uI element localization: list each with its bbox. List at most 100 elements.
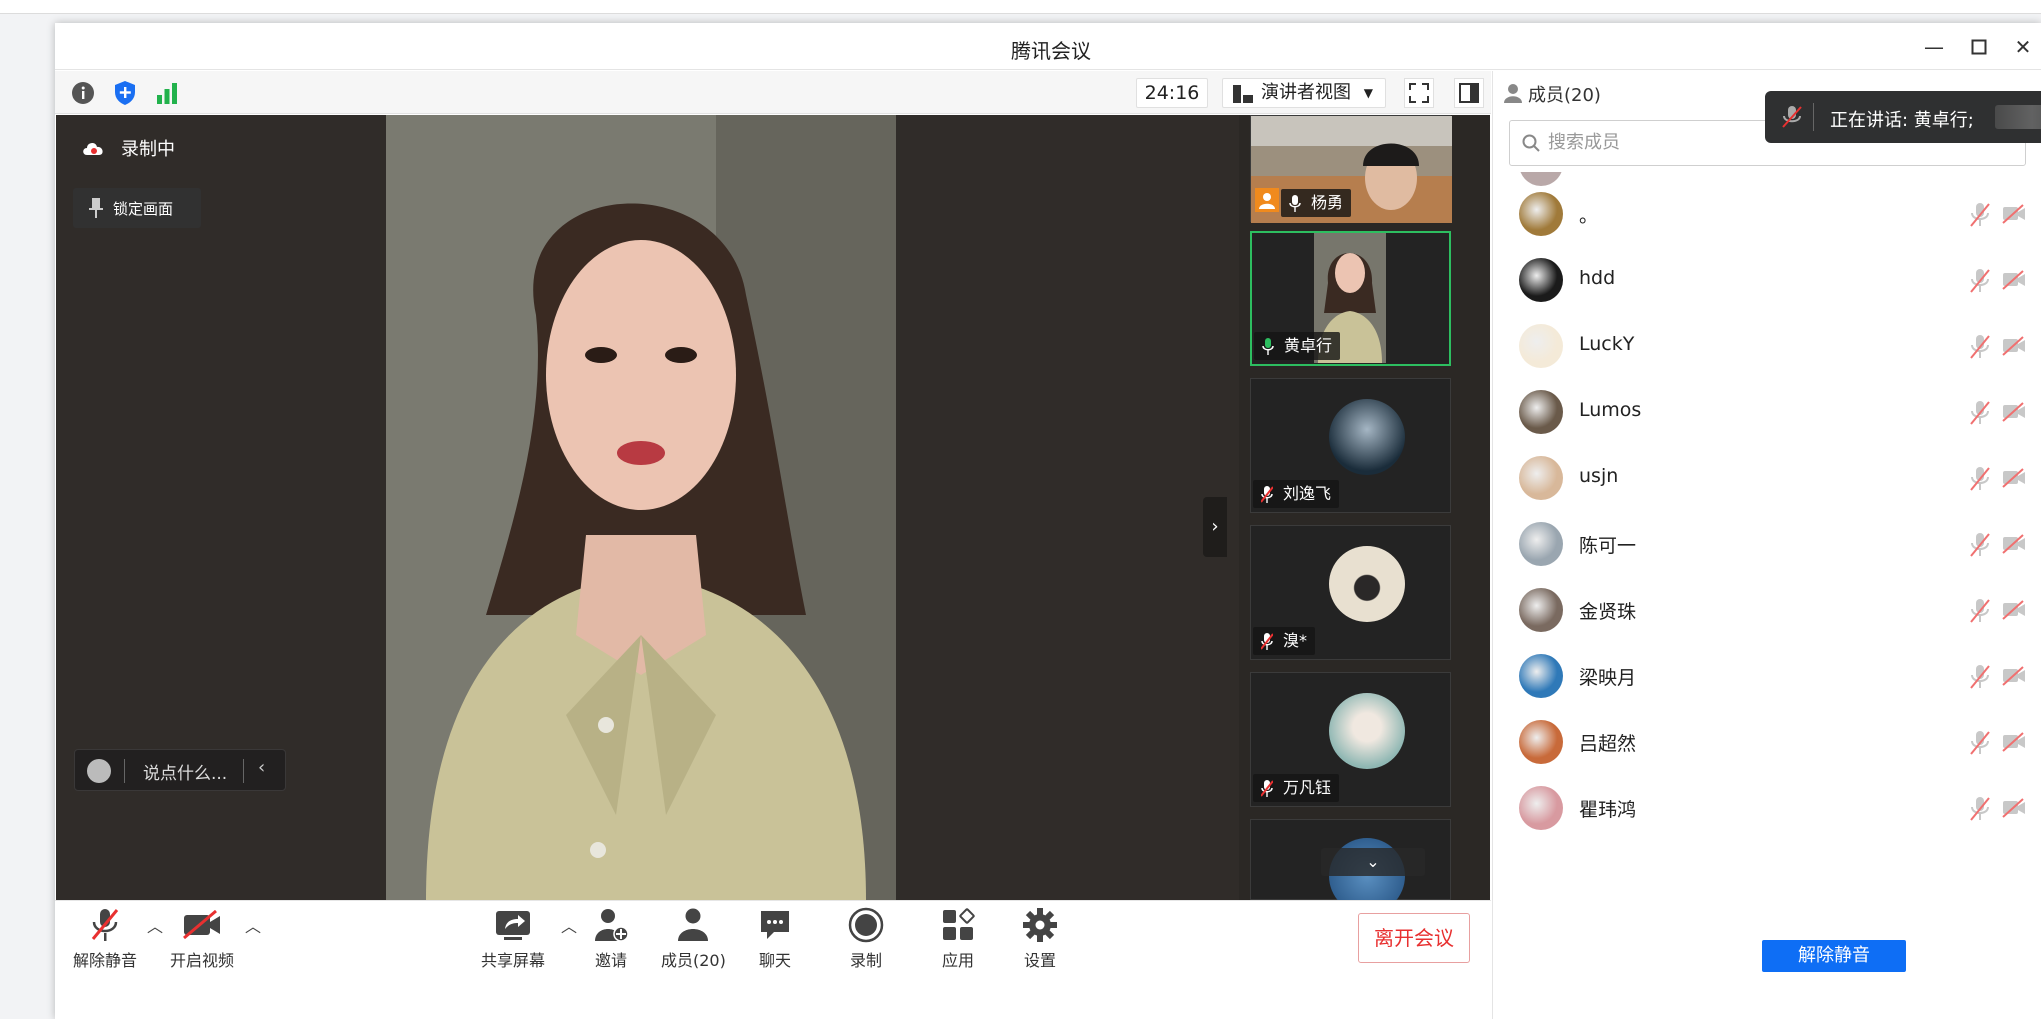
mic-muted-icon[interactable]	[1969, 598, 1991, 624]
camera-off-icon[interactable]	[2002, 798, 2026, 818]
camera-off-icon[interactable]	[2002, 270, 2026, 290]
camera-off-icon[interactable]	[2002, 732, 2026, 752]
cloud-record-icon	[83, 142, 103, 155]
avatar	[1519, 654, 1563, 698]
participant-tile[interactable]: ⌄	[1250, 819, 1451, 914]
minimize-icon[interactable]: —	[1921, 34, 1947, 60]
participant-label: 黄卓行	[1254, 332, 1341, 360]
speaking-indicator: 正在讲话: 黄卓行;	[1765, 91, 2041, 143]
participant-tile[interactable]: 杨勇	[1250, 115, 1452, 223]
member-row[interactable]: 瞿玮鸿	[1493, 776, 2041, 842]
participant-label: 杨勇	[1281, 189, 1352, 217]
chat-input-bar[interactable]: 说点什么... ‹	[74, 749, 286, 791]
scroll-down-button[interactable]: ⌄	[1321, 848, 1425, 876]
avatar	[1329, 546, 1405, 622]
mic-muted-icon[interactable]	[1969, 202, 1991, 228]
mic-muted-icon[interactable]	[1969, 268, 1991, 294]
emoji-icon[interactable]	[87, 759, 111, 783]
info-icon[interactable]	[69, 79, 97, 107]
chat-icon	[755, 905, 795, 945]
member-row[interactable]: hdd	[1493, 248, 2041, 314]
meeting-window: 腾讯会议 — ✕ 24:16 演讲者视图 ▼ 录制中 锁定画面 说点什么... …	[55, 23, 2041, 1019]
fullscreen-button[interactable]	[1404, 78, 1434, 108]
avatar	[1519, 522, 1563, 566]
camera-off-icon[interactable]	[2002, 666, 2026, 686]
participant-video-strip: 杨勇 黄卓行 刘逸飞 溴* 万凡钰 ⌄	[1239, 115, 1490, 914]
share-screen-button[interactable]: 共享屏幕	[481, 905, 545, 971]
maximize-icon[interactable]	[1966, 34, 1992, 60]
participant-tile-active[interactable]: 黄卓行	[1250, 231, 1451, 366]
chevron-up-icon[interactable]: ︿	[245, 913, 261, 937]
record-button[interactable]: 录制	[846, 905, 886, 971]
mic-muted-icon	[1782, 106, 1802, 128]
chat-placeholder: 说点什么...	[143, 764, 228, 784]
member-name: hdd	[1579, 267, 1616, 289]
chevron-up-icon[interactable]: ︿	[147, 913, 163, 937]
recording-label: 录制中	[121, 139, 175, 160]
member-row[interactable]: usjn	[1493, 446, 2041, 512]
view-mode-dropdown[interactable]: 演讲者视图 ▼	[1222, 78, 1386, 108]
mic-muted-icon[interactable]	[1969, 730, 1991, 756]
security-shield-icon[interactable]	[111, 79, 139, 107]
mic-muted-icon[interactable]	[1969, 334, 1991, 360]
camera-off-icon[interactable]	[2002, 600, 2026, 620]
members-button[interactable]: 成员(20)	[661, 905, 726, 971]
apps-icon	[938, 905, 978, 945]
mic-muted-icon[interactable]	[1969, 400, 1991, 426]
member-name: 梁映月	[1579, 667, 1637, 689]
apps-button[interactable]: 应用	[938, 905, 978, 971]
member-row[interactable]: Lumos	[1493, 380, 2041, 446]
chevron-down-icon: ▼	[1363, 86, 1373, 100]
camera-off-icon[interactable]	[2002, 336, 2026, 356]
camera-off-icon[interactable]	[2002, 468, 2026, 488]
speaking-text: 正在讲话: 黄卓行;	[1830, 110, 1974, 131]
camera-off-icon[interactable]	[2002, 204, 2026, 224]
video-stage: 录制中 锁定画面 说点什么... ‹ › 杨勇 黄卓行 刘逸飞 溴* 万凡钰 ⌄	[56, 115, 1490, 914]
avatar	[1519, 390, 1563, 434]
avatar	[1519, 258, 1563, 302]
member-list: 。 hdd LuckY Lumos usjn 陈可一金贤珠梁映月吕超然 瞿玮鸿	[1493, 172, 2041, 1017]
participant-tile[interactable]: 溴*	[1250, 525, 1451, 660]
member-name: 金贤珠	[1579, 601, 1637, 623]
main-speaker-video[interactable]	[386, 115, 896, 900]
mic-muted-icon[interactable]	[1969, 466, 1991, 492]
fullscreen-icon	[1409, 83, 1429, 103]
member-row[interactable]: 陈可一	[1493, 512, 2041, 578]
participant-label: 溴*	[1253, 627, 1316, 655]
participant-tile[interactable]: 万凡钰	[1250, 672, 1451, 807]
collapse-strip-button[interactable]: ›	[1203, 497, 1227, 557]
background-browser-bar	[0, 0, 2041, 14]
participant-tile[interactable]: 刘逸飞	[1250, 378, 1451, 513]
leave-meeting-button[interactable]: 离开会议	[1358, 913, 1470, 963]
member-row[interactable]: 金贤珠	[1493, 578, 2041, 644]
mic-muted-icon[interactable]	[1969, 664, 1991, 690]
share-screen-icon	[493, 905, 533, 945]
bottom-control-bar: 解除静音 ︿ 开启视频 ︿ 共享屏幕 ︿ 邀请 成员(20) 聊天 录制 应用 …	[55, 900, 1491, 1019]
settings-button[interactable]: 设置	[1020, 905, 1060, 971]
mic-muted-icon	[85, 905, 125, 945]
member-row[interactable]: LuckY	[1493, 314, 2041, 380]
unmute-all-button[interactable]: 解除静音	[1762, 940, 1906, 972]
mic-muted-icon[interactable]	[1969, 796, 1991, 822]
member-row[interactable]: 梁映月	[1493, 644, 2041, 710]
chevron-up-icon[interactable]: ︿	[561, 913, 577, 937]
close-icon[interactable]: ✕	[2010, 34, 2036, 60]
member-row[interactable]: 。	[1493, 182, 2041, 248]
mic-muted-icon	[1261, 780, 1273, 797]
add-user-icon	[591, 905, 631, 945]
search-icon	[1522, 134, 1540, 152]
camera-off-icon[interactable]	[2002, 402, 2026, 422]
lock-screen-button[interactable]: 锁定画面	[73, 188, 201, 228]
chat-button[interactable]: 聊天	[755, 905, 795, 971]
camera-off-icon[interactable]	[2002, 534, 2026, 554]
toggle-sidebar-button[interactable]	[1454, 78, 1484, 108]
mic-muted-icon[interactable]	[1969, 532, 1991, 558]
unmute-button[interactable]: 解除静音	[73, 905, 137, 971]
chevron-left-icon[interactable]: ‹	[258, 757, 265, 778]
invite-button[interactable]: 邀请	[591, 905, 631, 971]
start-video-button[interactable]: 开启视频	[170, 905, 234, 971]
members-panel-title: 成员(20)	[1528, 85, 1601, 106]
search-placeholder: 搜索成员	[1548, 132, 1620, 153]
member-row[interactable]: 吕超然	[1493, 710, 2041, 776]
network-signal-icon[interactable]	[153, 79, 181, 107]
